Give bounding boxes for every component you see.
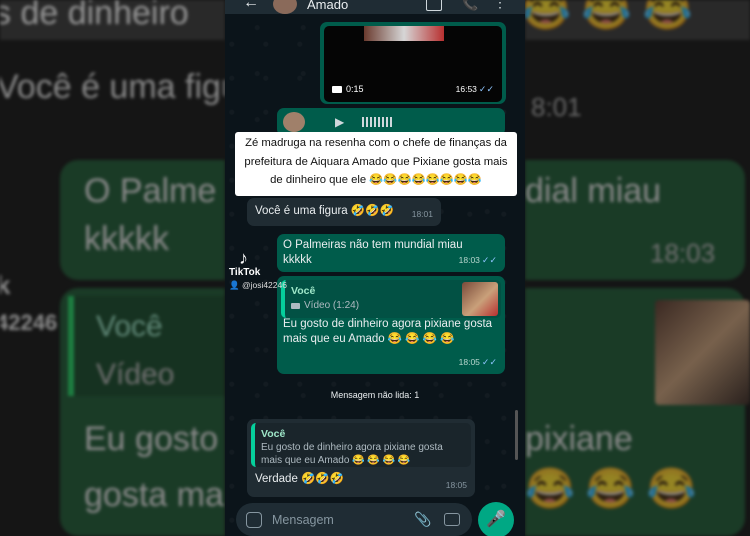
quoted-video-text: Vídeo (1:24): [304, 300, 360, 311]
chat-header: ← Amado 📞 ⋮: [225, 0, 525, 14]
quoted-thumbnail: [462, 282, 498, 316]
message-time-label: 16:53: [455, 84, 477, 94]
quoted-message[interactable]: Você Vídeo (1:24): [281, 280, 501, 318]
message-time: 18:05 ✓✓: [459, 355, 497, 370]
message-time-label: 18:03: [458, 255, 480, 265]
message-input[interactable]: Mensagem: [272, 513, 334, 527]
quoted-author: Você: [261, 428, 286, 440]
video-caption-overlay: Zé madruga na resenha com o chefe de fin…: [235, 132, 517, 196]
background-text: Vídeo: [96, 358, 175, 391]
background-text: 8:01: [531, 92, 582, 122]
video-duration-label: 0:15: [346, 84, 364, 94]
quoted-text: Eu gosto de dinheiro agora pixiane gosta…: [261, 442, 443, 466]
video-camera-icon: [332, 86, 342, 93]
message-text: O Palmeiras não tem mundial miau kkkkk: [283, 239, 463, 266]
message-input-bar[interactable]: Mensagem 📎: [236, 503, 472, 536]
contact-avatar[interactable]: [273, 0, 297, 14]
quoted-video-label: Vídeo (1:24): [291, 299, 359, 312]
background-right: 😂 😂 😂 8:01 dial miau 18:03 pixiane 😂 😂 😂: [525, 0, 750, 536]
background-text: O Palme: [84, 172, 217, 210]
background-text: 42246: [0, 310, 58, 335]
microphone-button[interactable]: 🎤: [478, 502, 514, 536]
background-thumbnail: [655, 300, 750, 405]
tiktok-username: 👤 @josi42246: [229, 280, 287, 290]
video-camera-icon: [291, 302, 300, 309]
video-call-icon[interactable]: [426, 0, 442, 11]
message-time: 18:05: [445, 480, 467, 490]
outgoing-message[interactable]: O Palmeiras não tem mundial miau kkkkk 1…: [277, 234, 505, 272]
background-text: s de dinheiro: [0, 0, 189, 32]
incoming-message[interactable]: Você é uma figura 🤣🤣🤣 18:01: [247, 198, 441, 226]
audio-avatar: [283, 112, 305, 132]
read-ticks-icon: ✓✓: [481, 255, 497, 265]
message-time: 16:53 ✓✓: [456, 82, 494, 97]
quoted-author: Você: [291, 285, 316, 297]
incoming-reply-message[interactable]: Você Eu gosto de dinheiro agora pixiane …: [247, 419, 475, 497]
scroll-indicator[interactable]: [515, 410, 518, 460]
message-text: Você é uma figura 🤣🤣🤣: [255, 205, 394, 217]
message-time: 18:01: [411, 209, 433, 219]
message-text: Eu gosto de dinheiro agora pixiane gosta…: [283, 318, 493, 345]
audio-waveform[interactable]: [362, 117, 392, 127]
read-ticks-icon: ✓✓: [481, 357, 497, 367]
message-text: Verdade 🤣🤣🤣: [255, 473, 344, 485]
background-emoji: 😂 😂 😂: [525, 467, 697, 511]
contact-name[interactable]: Amado: [307, 0, 348, 12]
background-text: k: [0, 270, 11, 300]
quoted-message[interactable]: Você Eu gosto de dinheiro agora pixiane …: [251, 423, 471, 467]
background-text: pixiane: [525, 420, 633, 458]
video-thumbnail[interactable]: 0:15 16:53 ✓✓: [324, 26, 502, 102]
read-ticks-icon: ✓✓: [478, 84, 494, 94]
voice-call-icon[interactable]: 📞: [462, 0, 478, 11]
video-scene: [364, 26, 444, 41]
video-message[interactable]: 0:15 16:53 ✓✓: [320, 22, 506, 104]
background-text: Você é uma figu: [0, 68, 225, 106]
message-time-label: 18:05: [458, 357, 480, 367]
background-text: gosta mai: [84, 476, 225, 514]
tiktok-name: TikTok: [229, 267, 261, 278]
video-duration: 0:15: [332, 82, 364, 97]
sticker-icon[interactable]: [246, 512, 262, 528]
background-text: kkkkk: [84, 220, 169, 258]
outgoing-reply-message[interactable]: Você Vídeo (1:24) Eu gosto de dinheiro a…: [277, 276, 505, 374]
background-text: dial miau: [525, 172, 662, 210]
camera-icon[interactable]: [444, 513, 460, 526]
background-text: Eu gosto: [84, 420, 219, 458]
background-left: s de dinheiro Você é uma figu O Palme kk…: [0, 0, 225, 536]
background-emoji: 😂 😂 😂: [525, 0, 693, 32]
attach-icon[interactable]: 📎: [414, 511, 431, 528]
tiktok-watermark: ♪ TikTok 👤 @josi42246: [229, 248, 287, 291]
more-options-icon[interactable]: ⋮: [493, 0, 509, 10]
background-text: 18:03: [650, 238, 716, 268]
unread-messages-divider: Mensagem não lida: 1: [330, 390, 420, 400]
background-text: Você: [96, 310, 163, 343]
play-icon[interactable]: ▶: [335, 115, 344, 130]
tiktok-logo-icon: ♪: [239, 248, 248, 268]
message-time: 18:03 ✓✓: [459, 253, 497, 268]
back-arrow-icon[interactable]: ←: [243, 0, 259, 12]
